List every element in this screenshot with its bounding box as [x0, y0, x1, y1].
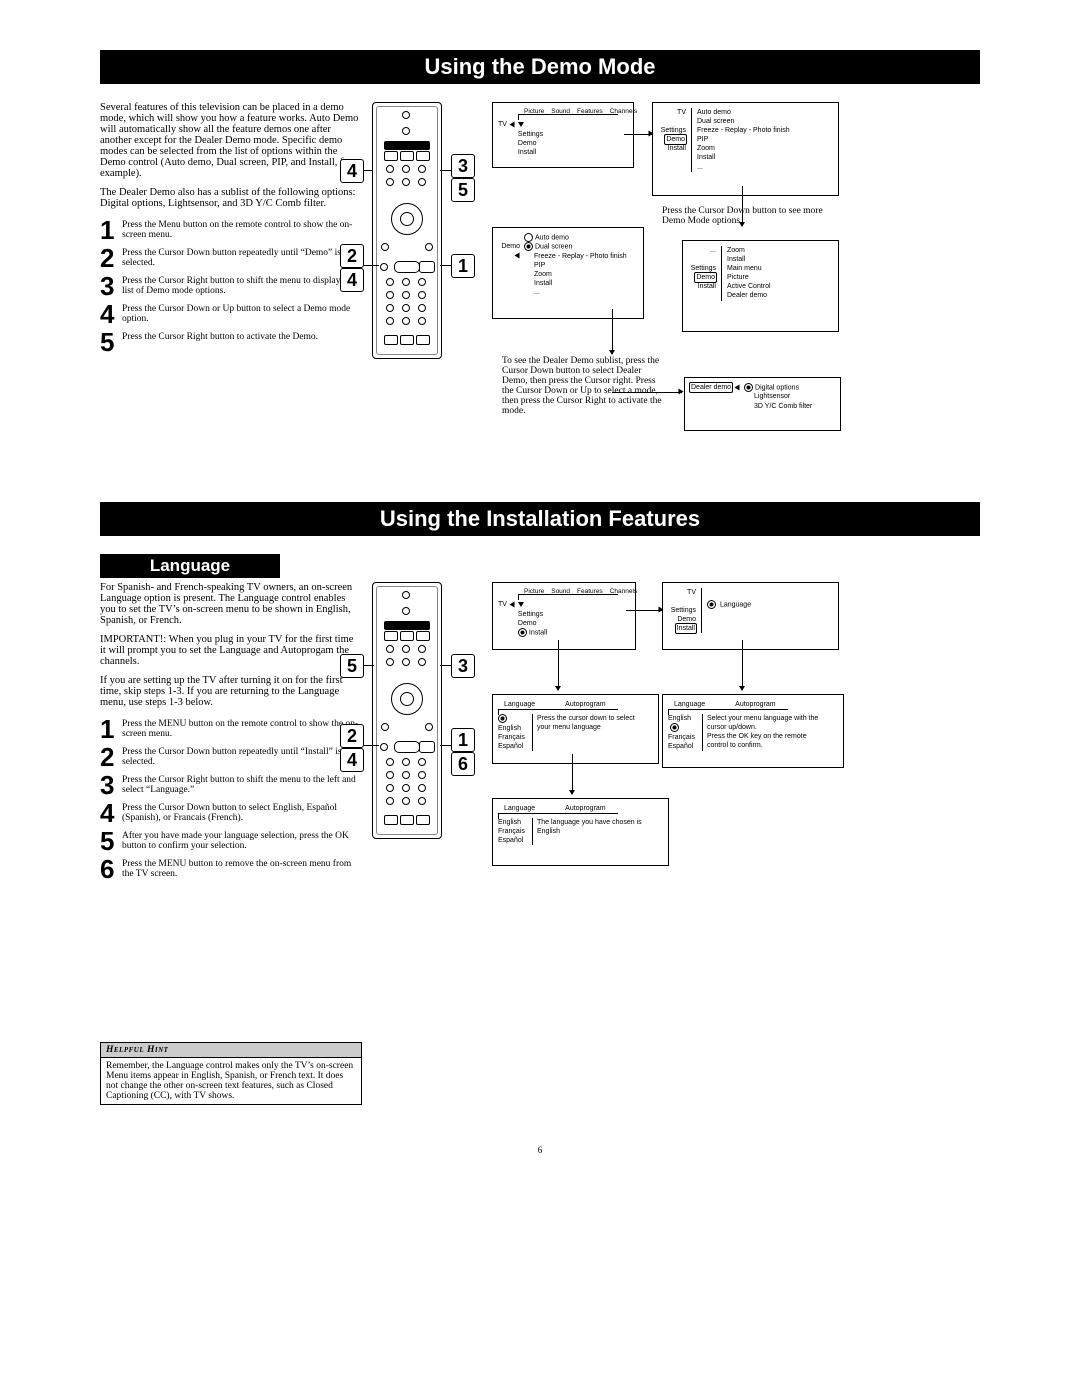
step-num: 2 — [100, 245, 122, 271]
arrow-icon — [569, 790, 575, 795]
callout-2: 2 — [340, 244, 364, 268]
demo-intro-1: Several features of this television can … — [100, 102, 360, 179]
osd-demo-more: ... Settings Demo Install Zoom Install M… — [682, 240, 839, 332]
lang-intro-1: For Spanish- and French-speaking TV owne… — [100, 582, 360, 626]
demo-step-3: Press the Cursor Right button to shift t… — [122, 273, 360, 296]
arrow-icon — [739, 686, 745, 691]
osd-language-select-2: LanguageAutoprogram English Français Esp… — [662, 694, 844, 768]
remote-control-illustration — [372, 102, 442, 359]
callout-4: 4 — [340, 748, 364, 772]
demo-step-2: Press the Cursor Down button repeatedly … — [122, 245, 360, 268]
osd-demo-options-1: TV Settings Demo Install Auto demo Dual … — [652, 102, 839, 196]
callout-2: 2 — [340, 724, 364, 748]
section-title-install: Using the Installation Features — [100, 502, 980, 536]
callout-1: 1 — [451, 254, 475, 278]
osd-main-menu: PictureSoundFeaturesChannels TV Settings… — [492, 102, 634, 168]
callout-5: 5 — [340, 654, 364, 678]
osd-install-language: TV Settings Demo Install Language — [662, 582, 839, 650]
step-num: 2 — [100, 744, 122, 770]
step-num: 5 — [100, 828, 122, 854]
callout-1: 1 — [451, 728, 475, 752]
subsection-title-language: Language — [100, 554, 280, 578]
remote-control-illustration — [372, 582, 442, 839]
callout-4b: 4 — [340, 268, 364, 292]
hint-title: Helpful Hint — [101, 1043, 361, 1058]
lang-step-4: Press the Cursor Down button to select E… — [122, 800, 360, 823]
lang-intro-2: IMPORTANT!: When you plug in your TV for… — [100, 634, 360, 667]
demo-step-5: Press the Cursor Right button to activat… — [122, 329, 318, 342]
section-title-demo: Using the Demo Mode — [100, 50, 980, 84]
helpful-hint-box: Helpful Hint Remember, the Language cont… — [100, 1042, 362, 1105]
osd-language-select-1: LanguageAutoprogram English Français Esp… — [492, 694, 659, 764]
arrow-icon — [659, 607, 664, 613]
demo-step-4: Press the Cursor Down or Up button to se… — [122, 301, 360, 324]
step-num: 6 — [100, 856, 122, 882]
lang-step-1: Press the MENU button on the remote cont… — [122, 716, 360, 739]
osd-language-chosen: LanguageAutoprogram English Français Esp… — [492, 798, 669, 866]
hint-body: Remember, the Language control makes onl… — [101, 1058, 361, 1104]
lang-step-2: Press the Cursor Down button repeatedly … — [122, 744, 360, 767]
caption-more-demo: Press the Cursor Down button to see more… — [662, 206, 832, 226]
lang-step-5: After you have made your language select… — [122, 828, 360, 851]
step-num: 3 — [100, 772, 122, 798]
lang-step-6: Press the MENU button to remove the on-s… — [122, 856, 360, 879]
arrow-icon — [649, 131, 654, 137]
lang-step-3: Press the Cursor Right button to shift t… — [122, 772, 360, 795]
step-num: 3 — [100, 273, 122, 299]
arrow-icon — [609, 350, 615, 355]
page-number: 6 — [100, 1145, 980, 1155]
osd-dealer-demo: Dealer demo Digital options Lightsensor … — [684, 377, 841, 431]
step-num: 1 — [100, 217, 122, 243]
step-num: 4 — [100, 800, 122, 826]
osd-main-menu-2: PictureSoundFeaturesChannels TV Settings… — [492, 582, 636, 650]
callout-5: 5 — [451, 178, 475, 202]
callout-4a: 4 — [340, 159, 364, 183]
step-num: 1 — [100, 716, 122, 742]
arrow-icon — [555, 686, 561, 691]
callout-3: 3 — [451, 654, 475, 678]
osd-demo-list: Demo Auto demo Dual screen Freeze - Repl… — [492, 227, 644, 319]
step-num: 4 — [100, 301, 122, 327]
lang-intro-3: If you are setting up the TV after turni… — [100, 675, 360, 708]
step-num: 5 — [100, 329, 122, 355]
arrow-icon — [679, 389, 684, 395]
caption-dealer-demo: To see the Dealer Demo sublist, press th… — [502, 356, 667, 416]
callout-6: 6 — [451, 752, 475, 776]
demo-step-1: Press the Menu button on the remote cont… — [122, 217, 360, 240]
demo-intro-2: The Dealer Demo also has a sublist of th… — [100, 187, 360, 209]
callout-3: 3 — [451, 154, 475, 178]
